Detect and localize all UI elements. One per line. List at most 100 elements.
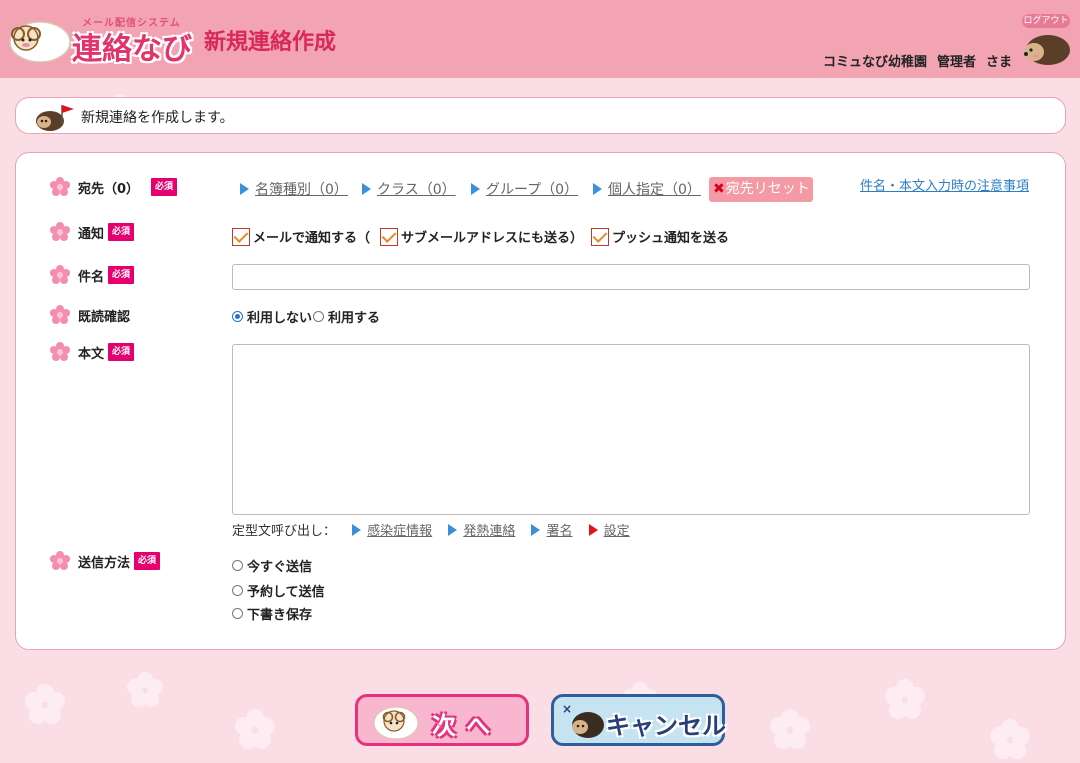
sheep-logo-icon bbox=[9, 21, 71, 63]
dest-link-roster-type-label: 名簿種別（0） bbox=[255, 182, 348, 198]
template-link-settings[interactable]: 設定 bbox=[588, 524, 630, 539]
flower-icon bbox=[50, 222, 70, 241]
read-confirm-off-label: 利用しない bbox=[247, 311, 313, 326]
reset-destination-label: 宛先リセット bbox=[725, 181, 810, 197]
flower-icon bbox=[50, 342, 70, 361]
message-text: 新規連絡を作成します。 bbox=[81, 110, 234, 126]
checkbox-checked[interactable] bbox=[380, 227, 398, 246]
notify-label-text: 通知 bbox=[78, 226, 105, 242]
x-icon: ✖ bbox=[713, 181, 725, 197]
radio-unselected[interactable] bbox=[232, 560, 243, 571]
hedgehog-icon: × bbox=[562, 702, 604, 738]
notify-label: 通知 必須 bbox=[50, 222, 135, 242]
read-confirm-on-radio[interactable]: 利用する bbox=[313, 307, 380, 326]
read-confirm-on-label: 利用する bbox=[328, 311, 381, 326]
push-notify-checkbox[interactable]: プッシュ通知を送る bbox=[591, 227, 729, 246]
radio-unselected[interactable] bbox=[313, 311, 324, 322]
logout-button[interactable]: ログアウト bbox=[1022, 14, 1072, 68]
mail-notify-checkbox[interactable]: メールで通知する（ bbox=[232, 227, 370, 246]
body-label-text: 本文 bbox=[78, 346, 105, 362]
template-link-fever[interactable]: 発熱連絡 bbox=[448, 524, 515, 539]
template-row: 定型文呼び出し： 感染症情報 発熱連絡 署名 設定 bbox=[232, 520, 642, 539]
user-role: 管理者 bbox=[936, 55, 976, 70]
logout-label: ログアウト bbox=[1022, 14, 1070, 28]
required-badge: 必須 bbox=[108, 343, 135, 361]
save-draft-radio[interactable]: 下書き保存 bbox=[232, 604, 312, 623]
subject-label: 件名 必須 bbox=[50, 265, 135, 285]
triangle-right-icon bbox=[471, 183, 480, 195]
flower-icon bbox=[50, 177, 70, 196]
body-textarea[interactable] bbox=[232, 344, 1030, 515]
template-label: 定型文呼び出し： bbox=[232, 524, 337, 539]
dest-link-individual[interactable]: 個人指定（0） bbox=[593, 179, 701, 199]
triangle-right-icon bbox=[588, 524, 598, 536]
send-scheduled-radio[interactable]: 予約して送信 bbox=[232, 581, 325, 600]
flower-icon bbox=[50, 305, 70, 324]
form-panel: 宛先（0） 必須 名簿種別（0） クラス（0） グループ（0） 個人指定（0） … bbox=[15, 152, 1066, 650]
sheep-icon bbox=[373, 706, 419, 740]
subject-label-text: 件名 bbox=[78, 269, 105, 285]
sub-mail-checkbox[interactable]: サブメールアドレスにも送る） bbox=[380, 227, 583, 246]
send-method-label: 送信方法 必須 bbox=[50, 551, 161, 571]
template-link-signature[interactable]: 署名 bbox=[531, 524, 572, 539]
template-link-infection-label: 感染症情報 bbox=[367, 524, 433, 539]
next-button[interactable]: 次へ bbox=[355, 694, 529, 746]
required-badge: 必須 bbox=[108, 223, 135, 241]
push-notify-label: プッシュ通知を送る bbox=[612, 231, 730, 246]
template-link-signature-label: 署名 bbox=[546, 524, 573, 539]
template-link-settings-label: 設定 bbox=[603, 524, 630, 539]
destination-label-text: 宛先（0） bbox=[78, 181, 140, 197]
triangle-right-icon bbox=[352, 524, 362, 536]
dest-link-individual-label: 個人指定（0） bbox=[608, 182, 701, 198]
cancel-button[interactable]: × キャンセル bbox=[551, 694, 726, 746]
flower-icon bbox=[50, 551, 70, 570]
radio-unselected[interactable] bbox=[232, 608, 243, 619]
sub-mail-label: サブメールアドレスにも送る） bbox=[401, 231, 584, 246]
sheep-flag-icon bbox=[36, 105, 74, 131]
send-now-radio[interactable]: 今すぐ送信 bbox=[232, 556, 312, 575]
radio-unselected[interactable] bbox=[232, 585, 243, 596]
required-badge: 必須 bbox=[134, 552, 161, 570]
dest-link-group[interactable]: グループ（0） bbox=[471, 179, 578, 199]
subject-input[interactable] bbox=[232, 264, 1030, 290]
page-title: 新規連絡作成 bbox=[204, 30, 337, 55]
triangle-right-icon bbox=[240, 183, 249, 195]
logo-title: 連絡なび bbox=[72, 32, 192, 67]
read-confirm-label: 既読確認 bbox=[50, 305, 130, 325]
dest-link-class[interactable]: クラス（0） bbox=[362, 179, 456, 199]
required-badge: 必須 bbox=[151, 178, 178, 196]
next-button-label: 次へ bbox=[432, 712, 500, 740]
send-method-label-text: 送信方法 bbox=[78, 555, 131, 571]
checkbox-checked[interactable] bbox=[232, 227, 250, 246]
triangle-right-icon bbox=[362, 183, 371, 195]
user-honorific: さま bbox=[985, 55, 1012, 70]
send-scheduled-label: 予約して送信 bbox=[247, 585, 325, 600]
mail-notify-label: メールで通知する（ bbox=[253, 231, 371, 246]
read-confirm-off-radio[interactable]: 利用しない bbox=[232, 307, 312, 326]
app-logo[interactable]: メール配信システム 連絡なび bbox=[6, 10, 192, 67]
body-label: 本文 必須 bbox=[50, 342, 135, 362]
reset-destination-button[interactable]: ✖宛先リセット bbox=[709, 177, 813, 202]
read-confirm-label-text: 既読確認 bbox=[78, 309, 131, 325]
user-info: コミュなび幼稚園 管理者 さま bbox=[813, 51, 1012, 70]
template-link-infection[interactable]: 感染症情報 bbox=[352, 524, 432, 539]
radio-selected[interactable] bbox=[232, 311, 243, 322]
cancel-button-label: キャンセル bbox=[606, 712, 726, 740]
message-bar: 新規連絡を作成します。 bbox=[15, 97, 1066, 134]
save-draft-label: 下書き保存 bbox=[247, 608, 313, 623]
header: メール配信システム 連絡なび 新規連絡作成 コミュなび幼稚園 管理者 さま ログアウ… bbox=[0, 0, 1080, 78]
dest-link-group-label: グループ（0） bbox=[486, 182, 579, 198]
flower-icon bbox=[50, 265, 70, 284]
triangle-right-icon bbox=[593, 183, 602, 195]
required-badge: 必須 bbox=[108, 266, 135, 284]
template-link-fever-label: 発熱連絡 bbox=[463, 524, 516, 539]
hedgehog-icon bbox=[1024, 35, 1070, 65]
destination-label: 宛先（0） 必須 bbox=[50, 177, 178, 197]
send-now-label: 今すぐ送信 bbox=[247, 560, 313, 575]
dest-link-class-label: クラス（0） bbox=[377, 182, 456, 198]
checkbox-checked[interactable] bbox=[591, 227, 609, 246]
org-name: コミュなび幼稚園 bbox=[822, 55, 927, 70]
dest-link-roster-type[interactable]: 名簿種別（0） bbox=[240, 179, 348, 199]
triangle-right-icon bbox=[531, 524, 541, 536]
input-notice-link[interactable]: 件名・本文入力時の注意事項 bbox=[860, 175, 1029, 194]
